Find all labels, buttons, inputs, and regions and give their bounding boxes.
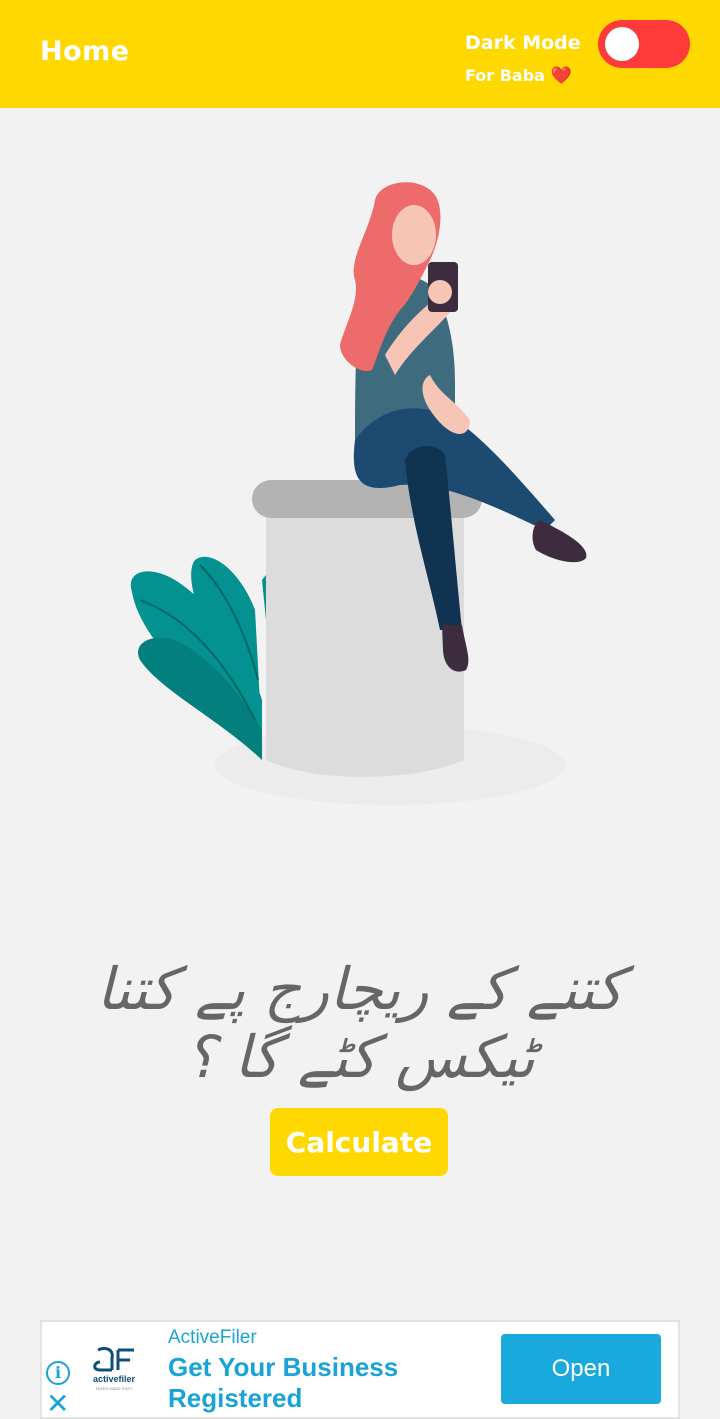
ad-headline[interactable]: Get Your Business Registered: [168, 1352, 468, 1414]
toggle-knob[interactable]: [605, 27, 639, 61]
dark-mode-label: Dark Mode: [465, 32, 581, 54]
heart-icon: ❤️: [550, 66, 572, 86]
hand: [428, 280, 452, 304]
plant-icon: [130, 556, 270, 760]
woman-sitting-illustration: [130, 182, 587, 805]
logo-text: activefiler: [93, 1374, 136, 1384]
info-icon[interactable]: i: [46, 1361, 70, 1385]
subtitle-label: For Baba ❤️: [465, 66, 572, 86]
subtitle-text: For Baba: [465, 66, 545, 85]
shoe-right: [532, 520, 587, 563]
question-text: کتنے کے ریچارج پے کتنا ٹیکس کٹے گا ؟: [96, 955, 624, 1091]
face: [392, 205, 436, 265]
calculate-button[interactable]: Calculate: [270, 1108, 448, 1176]
logo-tagline: TAXES MADE EASY: [95, 1386, 133, 1391]
ad-banner[interactable]: i ✕ activefiler TAXES MADE EASY ActiveFi…: [40, 1320, 680, 1419]
close-icon[interactable]: ✕: [46, 1390, 69, 1418]
app-bar: Home Dark Mode For Baba ❤️: [0, 0, 720, 108]
ad-brand[interactable]: ActiveFiler: [168, 1327, 257, 1349]
activefiler-logo: activefiler TAXES MADE EASY: [93, 1346, 136, 1391]
ad-open-button[interactable]: Open: [501, 1334, 661, 1404]
dark-mode-toggle[interactable]: [598, 20, 690, 68]
page-title: Home: [40, 36, 130, 67]
